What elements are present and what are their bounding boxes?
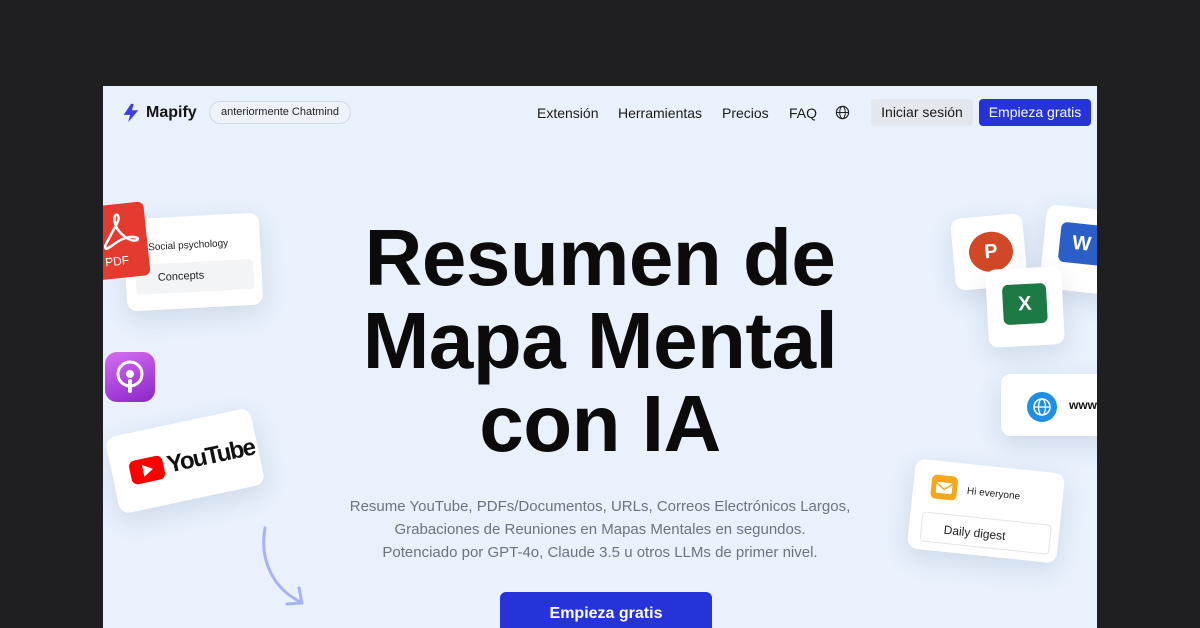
excel-card: X [985, 266, 1065, 348]
pdf-label: PDF [104, 253, 130, 270]
hero-subtitle: Resume YouTube, PDFs/Documentos, URLs, C… [300, 495, 900, 564]
brand-name: Mapify [146, 104, 197, 121]
hero-title: Resumen de Mapa Mental con IA [300, 216, 900, 465]
envelope-icon [930, 474, 959, 501]
hero-subtitle-line: Potenciado por GPT-4o, Claude 3.5 u otro… [382, 544, 818, 561]
hero-subtitle-line: Resume YouTube, PDFs/Documentos, URLs, C… [349, 498, 851, 515]
hero-title-line: Resumen de [364, 213, 836, 302]
email-greeting: Hi everyone [966, 485, 1021, 503]
email-subject: Daily digest [919, 511, 1052, 555]
browser-viewport: Mapify anteriormente Chatmind Extensión … [103, 86, 1097, 628]
document-topic: Social psychology [147, 238, 229, 254]
curved-arrow-icon [262, 526, 304, 606]
powerpoint-icon: P [967, 229, 1015, 274]
email-card: Hi everyone Daily digest [906, 458, 1066, 564]
start-free-header-button[interactable]: Empieza gratis [979, 99, 1091, 126]
globe-icon[interactable] [835, 105, 850, 120]
podcast-symbol-icon [116, 360, 144, 393]
login-button[interactable]: Iniciar sesión [871, 99, 973, 126]
nav-pricing[interactable]: Precios [722, 105, 769, 121]
nav-faq[interactable]: FAQ [789, 105, 817, 121]
youtube-card: YouTube [104, 407, 266, 515]
nav-tools[interactable]: Herramientas [618, 105, 702, 121]
lightning-bolt-icon [123, 103, 139, 123]
website-card: www [1001, 374, 1097, 436]
podcast-icon [105, 352, 155, 402]
word-icon: W [1057, 221, 1097, 267]
start-free-cta-button[interactable]: Empieza gratis [500, 592, 712, 628]
play-icon [127, 454, 167, 486]
document-concepts: Concepts [135, 258, 255, 295]
youtube-wordmark: YouTube [164, 433, 257, 479]
website-label: www [1069, 398, 1097, 412]
pdf-icon: PDF [103, 201, 151, 281]
hero-title-line: Mapa Mental [362, 296, 838, 385]
formerly-badge: anteriormente Chatmind [209, 101, 352, 124]
hero-title-line: con IA [479, 379, 721, 468]
globe-icon [1027, 392, 1057, 422]
brand-logo[interactable]: Mapify [120, 102, 197, 124]
excel-icon: X [1001, 282, 1048, 326]
hero-subtitle-line: Grabaciones de Reuniones en Mapas Mental… [394, 521, 806, 538]
nav-extension[interactable]: Extensión [537, 105, 598, 121]
youtube-logo: YouTube [127, 433, 258, 488]
